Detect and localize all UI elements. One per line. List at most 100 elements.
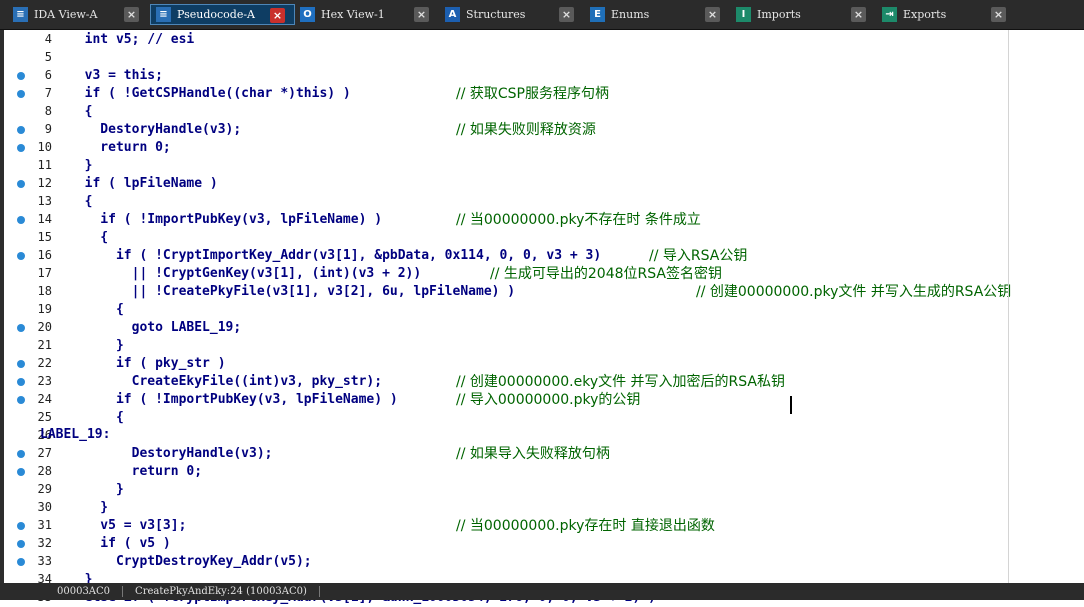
code-comment: // 如果失败则释放资源 xyxy=(456,122,596,138)
line-number: 14 xyxy=(37,212,52,226)
code-text: } xyxy=(69,482,124,497)
code-line[interactable]: 30 } xyxy=(4,499,1080,517)
code-line[interactable]: 6 v3 = this; xyxy=(4,67,1080,85)
close-icon[interactable]: × xyxy=(124,7,139,22)
tab-structures[interactable]: A Structures × xyxy=(440,4,585,25)
close-icon[interactable]: × xyxy=(705,7,720,22)
structures-icon: A xyxy=(445,7,460,22)
tab-enums[interactable]: E Enums × xyxy=(585,4,731,25)
tab-label: IDA View-A xyxy=(34,8,98,21)
line-number: 27 xyxy=(37,446,52,460)
code-line[interactable]: 9 DestoryHandle(v3); // 如果失败则释放资源 xyxy=(4,121,1080,139)
line-number: 8 xyxy=(44,104,52,118)
close-icon[interactable]: × xyxy=(559,7,574,22)
code-line[interactable]: 25 { xyxy=(4,409,1080,427)
code-line[interactable]: 24 if ( !ImportPubKey(v3, lpFileName) ) /… xyxy=(4,391,1080,409)
code-line[interactable]: 29 } xyxy=(4,481,1080,499)
code-line[interactable]: 10 return 0; xyxy=(4,139,1080,157)
line-number: 18 xyxy=(37,284,52,298)
code-line[interactable]: 20 goto LABEL_19; xyxy=(4,319,1080,337)
code-text: } xyxy=(69,500,109,515)
code-text: DestoryHandle(v3); xyxy=(69,446,273,461)
tab-label: Exports xyxy=(903,8,947,21)
close-icon[interactable]: × xyxy=(414,7,429,22)
code-text: { xyxy=(69,410,124,425)
code-comment: // 创建00000000.eky文件 并写入加密后的RSA私钥 xyxy=(456,374,785,390)
exports-icon: ⇥ xyxy=(882,7,897,22)
code-comment: // 创建00000000.pky文件 并写入生成的RSA公钥 xyxy=(696,284,1012,300)
code-line[interactable]: 23 CreateEkyFile((int)v3, pky_str); // 创建… xyxy=(4,373,1080,391)
line-number: 20 xyxy=(37,320,52,334)
tab-label: Enums xyxy=(611,8,650,21)
code-line[interactable]: 8 { xyxy=(4,103,1080,121)
line-number: 5 xyxy=(44,50,52,64)
code-line[interactable]: 17 || !CryptGenKey(v3[1], (int)(v3 + 2))… xyxy=(4,265,1080,283)
code-comment: // 导入00000000.pky的公钥 xyxy=(456,392,641,408)
line-number: 11 xyxy=(37,158,52,172)
code-text: { xyxy=(69,104,93,119)
tab-hex-view-1[interactable]: O Hex View-1 × xyxy=(295,4,440,25)
code-text: || !CreatePkyFile(v3[1], v3[2], 6u, lpFi… xyxy=(69,284,516,299)
code-line[interactable]: 31 v5 = v3[3]; // 当00000000.pky存在时 直接退出函数 xyxy=(4,517,1080,535)
code-text: if ( !CryptImportKey_Addr(v3[1], &pbData… xyxy=(69,248,602,263)
tab-label: Hex View-1 xyxy=(321,8,385,21)
code-text: v5 = v3[3]; xyxy=(69,518,187,533)
code-line[interactable]: 19 { xyxy=(4,301,1080,319)
line-number: 29 xyxy=(37,482,52,496)
code-comment: // 当00000000.pky存在时 直接退出函数 xyxy=(456,518,715,534)
line-number: 16 xyxy=(37,248,52,262)
tab-label: Imports xyxy=(757,8,801,21)
code-line[interactable]: 26 LABEL_19: xyxy=(4,427,1080,445)
tab-exports[interactable]: ⇥ Exports × xyxy=(877,4,1017,25)
code-line[interactable]: 5 xyxy=(4,49,1080,67)
code-line[interactable]: 11 } xyxy=(4,157,1080,175)
code-comment: // 如果导入失败释放句柄 xyxy=(456,446,610,462)
code-text: return 0; xyxy=(69,140,171,155)
imports-icon: I xyxy=(736,7,751,22)
code-text: { xyxy=(69,302,124,317)
code-line[interactable]: 27 DestoryHandle(v3); // 如果导入失败释放句柄 xyxy=(4,445,1080,463)
pseudocode-icon: ≡ xyxy=(156,7,171,22)
code-line[interactable]: 13 { xyxy=(4,193,1080,211)
code-text: goto LABEL_19; xyxy=(69,320,242,335)
code-line[interactable]: 15 { xyxy=(4,229,1080,247)
code-comment: // 生成可导出的2048位RSA签名密钥 xyxy=(490,266,722,282)
line-number: 32 xyxy=(37,536,52,550)
code-line[interactable]: 28 return 0; xyxy=(4,463,1080,481)
code-line[interactable]: 16 if ( !CryptImportKey_Addr(v3[1], &pbD… xyxy=(4,247,1080,265)
code-line[interactable]: 18 || !CreatePkyFile(v3[1], v3[2], 6u, l… xyxy=(4,283,1080,301)
code-comment: // 导入RSA公钥 xyxy=(649,248,748,264)
code-text: CreateEkyFile((int)v3, pky_str); xyxy=(69,374,383,389)
status-info: 00003AC0 CreatePkyAndEky:24 (10003AC0) xyxy=(45,583,345,600)
code-text: CryptDestroyKey_Addr(v5); xyxy=(69,554,312,569)
code-line[interactable]: 12 if ( lpFileName ) xyxy=(4,175,1080,193)
close-icon[interactable]: × xyxy=(270,8,285,23)
line-number: 12 xyxy=(37,176,52,190)
line-number: 24 xyxy=(37,392,52,406)
code-line[interactable]: 7 if ( !GetCSPHandle((char *)this) ) // 获… xyxy=(4,85,1080,103)
code-line[interactable]: 22 if ( pky_str ) xyxy=(4,355,1080,373)
tab-imports[interactable]: I Imports × xyxy=(731,4,877,25)
tab-pseudocode-a[interactable]: ≡ Pseudocode-A × xyxy=(150,4,295,25)
line-number: 23 xyxy=(37,374,52,388)
line-number: 31 xyxy=(37,518,52,532)
line-number: 4 xyxy=(44,32,52,46)
code-text: { xyxy=(69,230,109,245)
text-cursor xyxy=(790,396,792,414)
status-bar: 00003AC0 CreatePkyAndEky:24 (10003AC0) xyxy=(0,583,1084,600)
code-comment: // 获取CSP服务程序句柄 xyxy=(456,86,609,102)
close-icon[interactable]: × xyxy=(851,7,866,22)
code-line[interactable]: 4 int v5; // esi xyxy=(4,31,1080,49)
code-text: if ( !ImportPubKey(v3, lpFileName) ) xyxy=(69,392,398,407)
tab-ida-view-a[interactable]: ≡ IDA View-A × xyxy=(8,4,150,25)
close-icon[interactable]: × xyxy=(991,7,1006,22)
code-text: } xyxy=(69,338,124,353)
code-text: } xyxy=(69,158,93,173)
code-line[interactable]: 14 if ( !ImportPubKey(v3, lpFileName) ) /… xyxy=(4,211,1080,229)
code-line[interactable]: 32 if ( v5 ) xyxy=(4,535,1080,553)
pseudocode-view[interactable]: 4 int v5; // esi 5 6 v3 = this; 7 if ( !Get… xyxy=(4,30,1084,605)
ida-view-icon: ≡ xyxy=(13,7,28,22)
code-line[interactable]: 33 CryptDestroyKey_Addr(v5); xyxy=(4,553,1080,571)
line-number: 13 xyxy=(37,194,52,208)
code-line[interactable]: 21 } xyxy=(4,337,1080,355)
